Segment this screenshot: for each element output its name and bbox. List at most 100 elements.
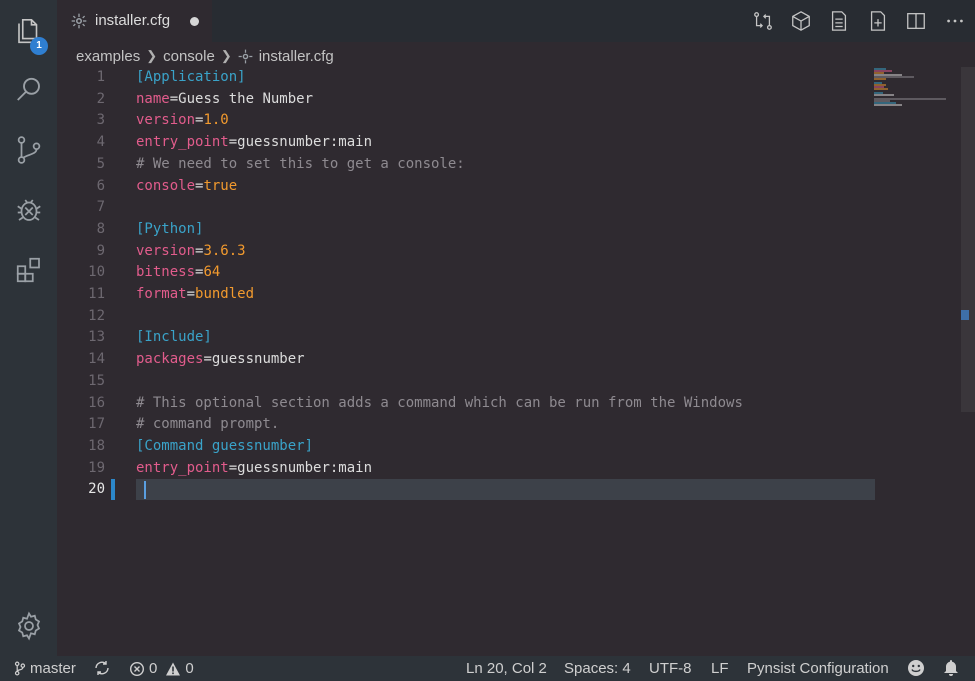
scrollbar-cursor-marker — [961, 310, 969, 320]
code-text: format=bundled — [136, 284, 254, 306]
git-branch-icon — [14, 661, 26, 676]
token-com: # This optional section adds a command w… — [136, 394, 743, 411]
line-number: 17 — [88, 416, 105, 433]
notifications-button[interactable] — [943, 659, 963, 677]
token-str: guessnumber:main — [237, 459, 373, 476]
code-text: packages=guessnumber — [136, 349, 305, 371]
token-key: name — [136, 90, 170, 107]
language-mode-text: Pynsist Configuration — [747, 660, 889, 677]
problems-indicator[interactable]: 0 0 — [129, 660, 194, 677]
token-sec: [Python] — [136, 220, 204, 237]
branch-name: master — [30, 660, 76, 677]
explorer-button[interactable]: 1 — [0, 7, 57, 55]
compare-changes-icon[interactable] — [752, 10, 774, 32]
code-editor[interactable]: 1 [Application] 2 name=Guess the Number 3 ver… — [57, 67, 975, 656]
debug-icon — [16, 199, 41, 221]
code-line[interactable]: 9 version=3.6.3 — [57, 241, 975, 263]
activity-bar: 1 — [0, 0, 57, 656]
feedback-button[interactable] — [907, 659, 929, 677]
gear-file-icon — [238, 49, 253, 63]
token-key: entry_point — [136, 134, 229, 151]
code-line[interactable]: 10 bitness=64 — [57, 262, 975, 284]
line-number: 7 — [96, 199, 105, 216]
code-line[interactable]: 7 — [57, 197, 975, 219]
new-file-icon[interactable] — [867, 10, 889, 32]
breadcrumb-item-file[interactable]: installer.cfg — [259, 48, 334, 65]
settings-button[interactable] — [0, 602, 57, 650]
code-line[interactable]: 11 format=bundled — [57, 284, 975, 306]
code-line[interactable]: 16 # This optional section adds a command… — [57, 393, 975, 415]
line-number: 8 — [96, 220, 105, 237]
code-text: [Python] — [136, 219, 203, 241]
breadcrumb-item-console[interactable]: console — [163, 48, 215, 65]
code-line[interactable]: 2 name=Guess the Number — [57, 89, 975, 111]
status-bar: master 0 0 Ln 20, Col 2 Spaces: 4 UTF-8 … — [0, 656, 975, 681]
code-line[interactable]: 6 console=true — [57, 176, 975, 198]
more-actions-icon[interactable] — [944, 10, 966, 32]
source-control-button[interactable] — [0, 126, 57, 174]
breadcrumb-item-examples[interactable]: examples — [76, 48, 140, 65]
unsaved-dot-icon[interactable] — [190, 17, 199, 26]
extensions-button[interactable] — [0, 246, 57, 294]
code-text: version=3.6.3 — [136, 241, 246, 263]
indentation-selector[interactable]: Spaces: 4 — [564, 660, 631, 677]
cursor-position[interactable]: Ln 20, Col 2 — [466, 660, 547, 677]
code-line[interactable]: 19 entry_point=guessnumber:main — [57, 458, 975, 480]
package-icon[interactable] — [790, 10, 812, 32]
cursor-position-text: Ln 20, Col 2 — [466, 660, 547, 677]
search-icon — [16, 77, 40, 101]
explorer-badge: 1 — [30, 37, 48, 55]
line-number: 5 — [96, 155, 105, 172]
chevron-right-icon: ❯ — [146, 48, 158, 63]
token-eq: = — [186, 286, 196, 302]
line-number: 10 — [88, 264, 105, 281]
line-number: 18 — [88, 437, 105, 454]
code-text: entry_point=guessnumber:main — [136, 132, 372, 154]
token-str: Guess the Number — [178, 90, 314, 107]
split-editor-icon[interactable] — [905, 10, 927, 32]
code-line[interactable]: 12 — [57, 306, 975, 328]
code-line[interactable]: 13 [Include] — [57, 327, 975, 349]
token-eq: = — [228, 134, 238, 151]
code-line[interactable]: 4 entry_point=guessnumber:main — [57, 132, 975, 154]
open-preview-icon[interactable] — [828, 10, 850, 32]
language-mode-selector[interactable]: Pynsist Configuration — [747, 660, 889, 677]
code-text: # command prompt. — [136, 414, 279, 436]
code-line[interactable]: 5 # We need to set this to get a console: — [57, 154, 975, 176]
token-key: format — [136, 286, 187, 302]
token-str: guessnumber:main — [237, 134, 373, 151]
token-num: true — [203, 177, 238, 194]
sync-button[interactable] — [94, 660, 114, 676]
code-line[interactable]: 14 packages=guessnumber — [57, 349, 975, 371]
line-number: 15 — [88, 372, 105, 389]
gear-icon — [17, 611, 40, 641]
encoding-selector[interactable]: UTF-8 — [649, 660, 692, 677]
code-text: entry_point=guessnumber:main — [136, 458, 372, 480]
line-number: 6 — [96, 177, 105, 194]
token-key: version — [136, 242, 196, 259]
code-line[interactable]: 17 # command prompt. — [57, 414, 975, 436]
code-line[interactable]: 15 — [57, 371, 975, 393]
code-line[interactable]: 3 version=1.0 — [57, 110, 975, 132]
tab-bar: installer.cfg — [57, 0, 975, 42]
code-line[interactable]: 20 — [57, 479, 975, 501]
branch-indicator[interactable]: master — [14, 660, 76, 677]
token-key: entry_point — [136, 459, 229, 476]
code-line[interactable]: 8 [Python] — [57, 219, 975, 241]
code-line[interactable]: 18 [Command guessnumber] — [57, 436, 975, 458]
code-text: # This optional section adds a command w… — [136, 393, 743, 415]
token-num: bundled — [195, 286, 255, 302]
code-text: console=true — [136, 176, 237, 198]
line-number: 3 — [96, 112, 105, 129]
gear-file-icon — [71, 13, 87, 29]
extensions-icon — [16, 257, 40, 283]
eol-selector[interactable]: LF — [711, 660, 729, 677]
token-sec: [Application] — [136, 69, 246, 85]
tab-installer-cfg[interactable]: installer.cfg — [57, 0, 212, 42]
code-line[interactable]: 1 [Application] — [57, 67, 975, 89]
vertical-scrollbar[interactable] — [961, 67, 975, 412]
search-button[interactable] — [0, 66, 57, 114]
smiley-icon — [908, 660, 924, 676]
minimap[interactable] — [874, 68, 954, 108]
debug-button[interactable] — [0, 186, 57, 234]
